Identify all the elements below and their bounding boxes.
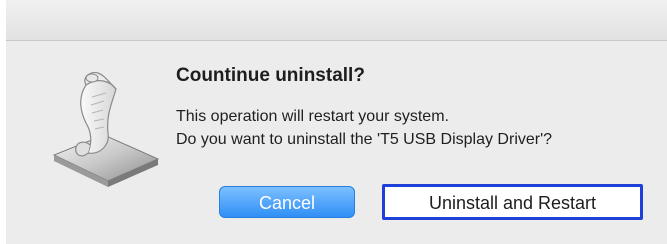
dialog-message-line-2: Do you want to uninstall the 'T5 USB Dis… bbox=[176, 131, 553, 148]
screen: Countinue uninstall? This operation will… bbox=[0, 0, 667, 244]
dialog-title: Countinue uninstall? bbox=[176, 65, 365, 86]
window-titlebar bbox=[6, 0, 667, 41]
dialog-message-line-1: This operation will restart your system. bbox=[176, 108, 449, 125]
uninstall-dialog: Countinue uninstall? This operation will… bbox=[6, 41, 667, 244]
script-scroll-icon bbox=[46, 63, 166, 193]
cancel-button[interactable]: Cancel bbox=[219, 186, 355, 218]
uninstall-and-restart-button[interactable]: Uninstall and Restart bbox=[382, 184, 643, 220]
